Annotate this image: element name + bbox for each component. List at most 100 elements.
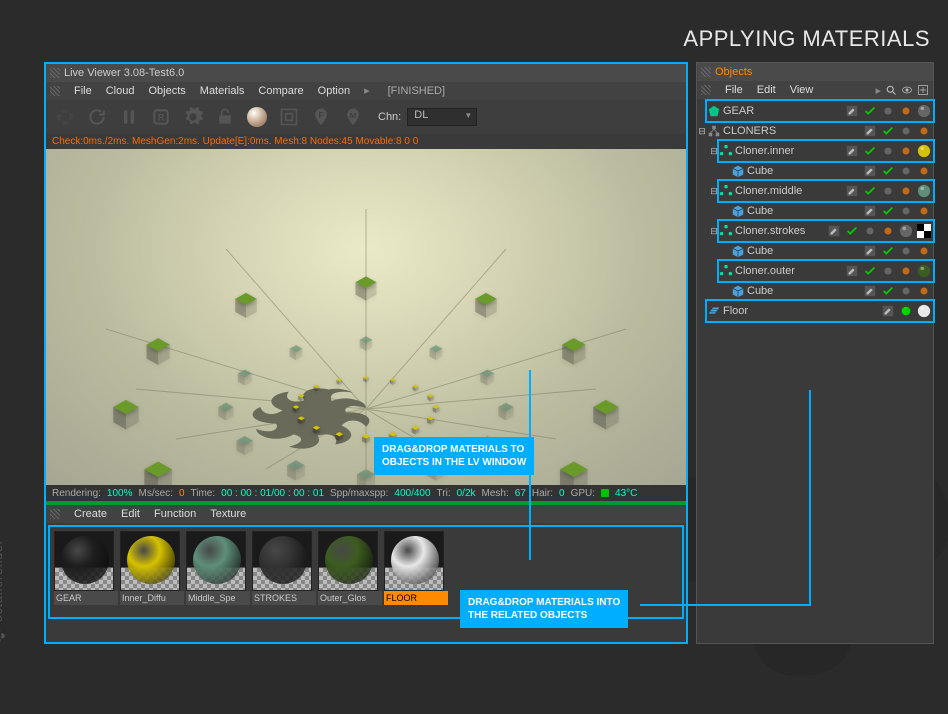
search-icon[interactable]	[885, 84, 897, 96]
material-item[interactable]: Outer_Glos	[318, 531, 382, 613]
edit-tag[interactable]	[845, 264, 859, 278]
window-title-bar[interactable]: Live Viewer 3.08-Test6.0	[46, 64, 686, 82]
dot1-tag[interactable]	[899, 164, 913, 178]
tree-row[interactable]: Cube	[697, 161, 933, 181]
object-name[interactable]: Floor	[723, 305, 877, 317]
dot2-tag[interactable]	[899, 264, 913, 278]
mat-menu-function[interactable]: Function	[154, 505, 196, 523]
mat-teal-tag[interactable]	[917, 184, 931, 198]
check-tag[interactable]	[863, 264, 877, 278]
dot1-tag[interactable]	[881, 104, 895, 118]
material-preview[interactable]	[252, 531, 312, 591]
tree-row[interactable]: ⊟ Cloner.middle	[697, 181, 933, 201]
material-item[interactable]: STROKES	[252, 531, 316, 613]
mat-metal-tag[interactable]	[899, 224, 913, 238]
dot2-tag[interactable]	[899, 104, 913, 118]
tree-row[interactable]: ⊟ CLONERS	[697, 121, 933, 141]
edit-tag[interactable]	[845, 184, 859, 198]
object-name[interactable]: Cube	[747, 205, 859, 217]
edit-tag[interactable]	[863, 164, 877, 178]
grip-icon[interactable]	[701, 85, 711, 95]
material-preview[interactable]	[318, 531, 378, 591]
object-name[interactable]: CLONERS	[723, 125, 859, 137]
check-tag[interactable]	[863, 184, 877, 198]
dot2-tag[interactable]	[917, 164, 931, 178]
dot1-tag[interactable]	[899, 124, 913, 138]
expand-toggle[interactable]: ⊟	[709, 186, 719, 197]
dot-green-tag[interactable]	[899, 304, 913, 318]
material-item[interactable]: Middle_Spe	[186, 531, 250, 613]
expand-toggle[interactable]: ⊟	[709, 226, 719, 237]
material-preview[interactable]	[384, 531, 444, 591]
object-name[interactable]: Cube	[747, 245, 859, 257]
material-item[interactable]: Inner_Diffu	[120, 531, 184, 613]
mat-white-tag[interactable]	[917, 304, 931, 318]
grip-icon[interactable]	[701, 67, 711, 77]
check-tag[interactable]	[845, 224, 859, 238]
check-tag[interactable]	[881, 244, 895, 258]
focus-pin-icon[interactable]: F	[308, 104, 334, 130]
object-name[interactable]: Cube	[747, 285, 859, 297]
mat-yellow-tag[interactable]	[917, 144, 931, 158]
region-icon[interactable]: R	[148, 104, 174, 130]
obj-menu-edit[interactable]: Edit	[757, 84, 776, 96]
objects-title-bar[interactable]: Objects	[697, 63, 933, 81]
sphere-icon[interactable]	[244, 104, 270, 130]
edit-tag[interactable]	[863, 244, 877, 258]
render-viewport[interactable]: DRAG&DROP MATERIALS TO OBJECTS IN THE LV…	[46, 149, 686, 485]
menu-compare[interactable]: Compare	[258, 82, 303, 100]
dot2-tag[interactable]	[917, 124, 931, 138]
edit-tag[interactable]	[863, 284, 877, 298]
lock-icon[interactable]	[212, 104, 238, 130]
material-preview[interactable]	[186, 531, 246, 591]
eye-icon[interactable]	[901, 84, 913, 96]
mat-checker-tag[interactable]	[917, 224, 931, 238]
object-name[interactable]: Cloner.outer	[735, 265, 841, 277]
tree-row[interactable]: ⊟ Cloner.strokes	[697, 221, 933, 241]
grip-icon[interactable]	[50, 86, 60, 96]
material-pin-icon[interactable]: M	[340, 104, 366, 130]
check-tag[interactable]	[863, 144, 877, 158]
obj-menu-view[interactable]: View	[790, 84, 814, 96]
dot1-tag[interactable]	[881, 184, 895, 198]
dot2-tag[interactable]	[917, 244, 931, 258]
object-name[interactable]: Cube	[747, 165, 859, 177]
expand-toggle[interactable]: ⊟	[709, 146, 719, 157]
menu-file[interactable]: File	[74, 82, 92, 100]
menu-materials[interactable]: Materials	[200, 82, 245, 100]
mat-green-tag[interactable]	[917, 264, 931, 278]
object-name[interactable]: Cloner.inner	[735, 145, 841, 157]
pause-icon[interactable]	[116, 104, 142, 130]
check-tag[interactable]	[881, 124, 895, 138]
grip-icon[interactable]	[50, 68, 60, 78]
tree-row[interactable]: ⊟ Cloner.inner	[697, 141, 933, 161]
tree-row[interactable]: Cube	[697, 241, 933, 261]
check-tag[interactable]	[881, 164, 895, 178]
frame-icon[interactable]	[276, 104, 302, 130]
mat-menu-edit[interactable]: Edit	[121, 505, 140, 523]
tree-row[interactable]: Cube	[697, 281, 933, 301]
gear-icon[interactable]	[180, 104, 206, 130]
dot1-tag[interactable]	[881, 264, 895, 278]
edit-tag[interactable]	[827, 224, 841, 238]
fan-icon[interactable]	[52, 104, 78, 130]
material-preview[interactable]	[54, 531, 114, 591]
mat-menu-texture[interactable]: Texture	[210, 505, 246, 523]
dot1-tag[interactable]	[899, 244, 913, 258]
edit-tag[interactable]	[845, 104, 859, 118]
edit-tag[interactable]	[863, 124, 877, 138]
dot1-tag[interactable]	[899, 284, 913, 298]
tree-row[interactable]: Floor	[697, 301, 933, 321]
dot1-tag[interactable]	[881, 144, 895, 158]
object-name[interactable]: Cloner.strokes	[735, 225, 823, 237]
edit-tag[interactable]	[845, 144, 859, 158]
dot1-tag[interactable]	[863, 224, 877, 238]
expand-icon[interactable]	[917, 84, 929, 96]
material-item[interactable]: FLOOR	[384, 531, 448, 613]
tree-row[interactable]: Cloner.outer	[697, 261, 933, 281]
grip-icon[interactable]	[50, 509, 60, 519]
refresh-icon[interactable]	[84, 104, 110, 130]
tree-row[interactable]: Cube	[697, 201, 933, 221]
dot2-tag[interactable]	[917, 284, 931, 298]
dot2-tag[interactable]	[899, 184, 913, 198]
